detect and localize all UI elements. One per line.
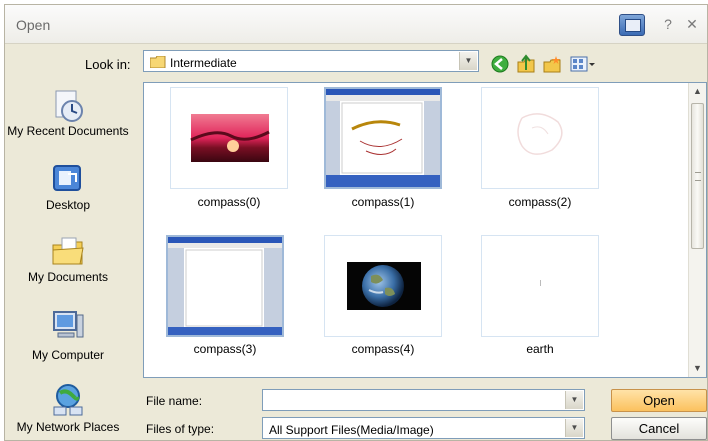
file-name-label: compass(3) <box>193 342 257 356</box>
open-dialog: Open ? ✕ Look in: Intermediate ▼ My Rece… <box>4 4 708 441</box>
file-item-compass-1[interactable] <box>324 87 442 189</box>
look-in-dropdown[interactable]: Intermediate ▼ <box>143 50 479 72</box>
file-name-label: compass(2) <box>508 195 572 209</box>
my-computer-icon <box>53 311 84 338</box>
network-places-icon <box>53 384 83 416</box>
file-item-compass-2[interactable] <box>481 87 599 189</box>
look-in-value: Intermediate <box>170 56 237 70</box>
thumbnail-image <box>168 237 282 335</box>
up-folder-icon[interactable] <box>516 54 536 74</box>
file-item-compass-0[interactable] <box>170 87 288 189</box>
file-type-dropdown[interactable]: All Support Files(Media/Image) ▼ <box>262 417 585 439</box>
desktop-icon <box>53 165 81 191</box>
window-icon-button[interactable] <box>619 14 645 36</box>
file-item-compass-4[interactable] <box>324 235 442 337</box>
file-name-label: compass(0) <box>197 195 261 209</box>
place-label: My Recent Documents <box>7 124 129 138</box>
close-button[interactable]: ✕ <box>681 14 703 34</box>
view-menu-icon[interactable] <box>570 54 596 74</box>
place-label: Desktop <box>45 198 91 212</box>
file-item-compass-3[interactable] <box>166 235 284 337</box>
place-label: My Network Places <box>16 421 120 434</box>
file-type-field-label: Files of type: <box>146 422 215 436</box>
file-type-value: All Support Files(Media/Image) <box>269 423 434 437</box>
file-item-earth[interactable] <box>481 235 599 337</box>
title-bar: Open ? ✕ <box>5 5 707 44</box>
look-in-label: Look in: <box>85 57 131 72</box>
file-name-label: compass(4) <box>351 342 415 356</box>
chevron-down-icon[interactable]: ▼ <box>565 391 583 409</box>
open-button[interactable]: Open <box>611 389 707 412</box>
thumbnail-image <box>326 89 440 187</box>
places-bar: My Recent Documents Desktop My Documents <box>5 83 133 440</box>
chevron-down-icon[interactable]: ▼ <box>459 52 477 70</box>
back-icon[interactable] <box>490 54 510 74</box>
scroll-up-arrow-icon[interactable]: ▲ <box>689 83 706 100</box>
my-documents-icon <box>52 237 84 265</box>
close-icon: ✕ <box>686 16 698 32</box>
thumbnail-image <box>347 262 421 310</box>
window-title: Open <box>16 17 51 33</box>
thumbnail-image <box>517 113 563 155</box>
thumbnail-image <box>540 280 541 286</box>
file-list-view[interactable]: compass(0) compass(1) compass(2) compass… <box>143 82 707 378</box>
thumbnail-image <box>190 114 270 162</box>
folder-icon <box>150 56 166 68</box>
new-folder-icon[interactable] <box>542 54 562 74</box>
help-icon: ? <box>664 16 672 32</box>
place-label: My Computer <box>31 348 105 362</box>
file-name-input[interactable]: ▼ <box>262 389 585 411</box>
file-name-label: compass(1) <box>351 195 415 209</box>
scroll-down-arrow-icon[interactable]: ▼ <box>689 360 706 377</box>
file-name-label: earth <box>526 342 554 356</box>
file-name-field-label: File name: <box>146 394 203 408</box>
help-button[interactable]: ? <box>657 14 679 34</box>
vertical-scrollbar[interactable]: ▲ ▼ <box>688 83 706 377</box>
scrollbar-thumb[interactable] <box>691 103 704 249</box>
recent-documents-icon <box>55 90 83 122</box>
cancel-button[interactable]: Cancel <box>611 417 707 440</box>
chevron-down-icon[interactable]: ▼ <box>565 419 583 437</box>
place-label: My Documents <box>27 270 109 284</box>
